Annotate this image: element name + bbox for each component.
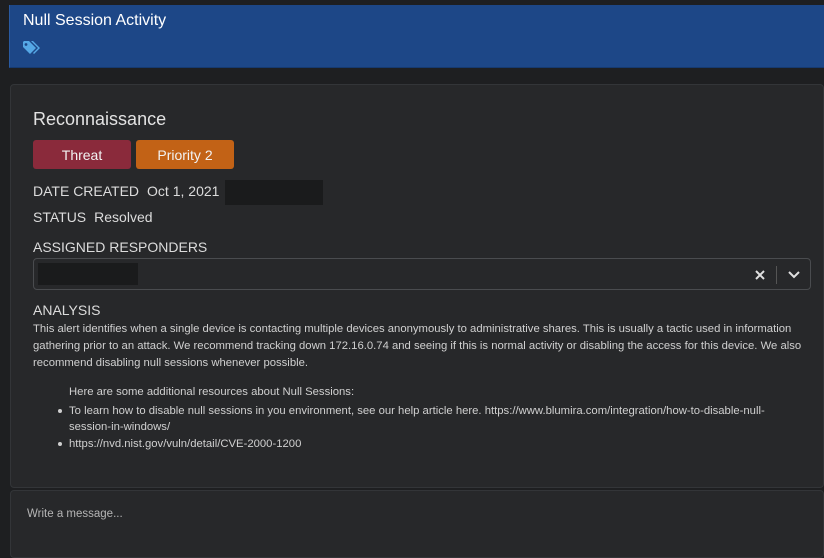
redacted-block [225,180,324,205]
assigned-responders-select[interactable] [33,258,811,290]
clear-icon[interactable] [750,265,770,285]
tags-icon[interactable] [22,40,42,56]
list-item[interactable]: https://nvd.nist.gov/vuln/detail/CVE-200… [33,436,793,452]
priority-badge: Priority 2 [136,140,234,169]
resource-text[interactable]: https://nvd.nist.gov/vuln/detail/CVE-200… [69,438,301,450]
status-row: STATUS Resolved [33,209,153,225]
alert-title: Null Session Activity [23,12,167,29]
resources-list: To learn how to disable null sessions in… [33,403,793,452]
resource-text[interactable]: To learn how to disable null sessions in… [69,405,765,433]
list-item[interactable]: To learn how to disable null sessions in… [33,403,793,435]
select-separator [776,266,777,284]
resources-intro: Here are some additional resources about… [69,386,355,398]
redacted-responder [38,263,138,285]
message-input[interactable] [25,503,809,525]
bullet [58,442,62,446]
message-card [10,490,824,558]
status-label: STATUS [33,209,87,225]
alert-header: Null Session Activity [9,5,824,68]
date-created-label: DATE CREATED [33,183,140,200]
bullet [58,409,62,413]
date-created-value: Oct 1, 2021 [147,183,220,200]
date-created-row: DATE CREATED Oct 1, 2021 [33,180,324,205]
analysis-label: ANALYSIS [33,302,101,318]
assigned-responders-label: ASSIGNED RESPONDERS [33,239,208,255]
alert-details-card: Reconnaissance Threat Priority 2 DATE CR… [10,84,824,488]
analysis-text: This alert identifies when a single devi… [33,323,802,369]
section-title: Reconnaissance [33,109,167,129]
threat-badge: Threat [33,140,131,169]
chevron-down-icon[interactable] [784,265,804,285]
status-value: Resolved [94,209,153,225]
